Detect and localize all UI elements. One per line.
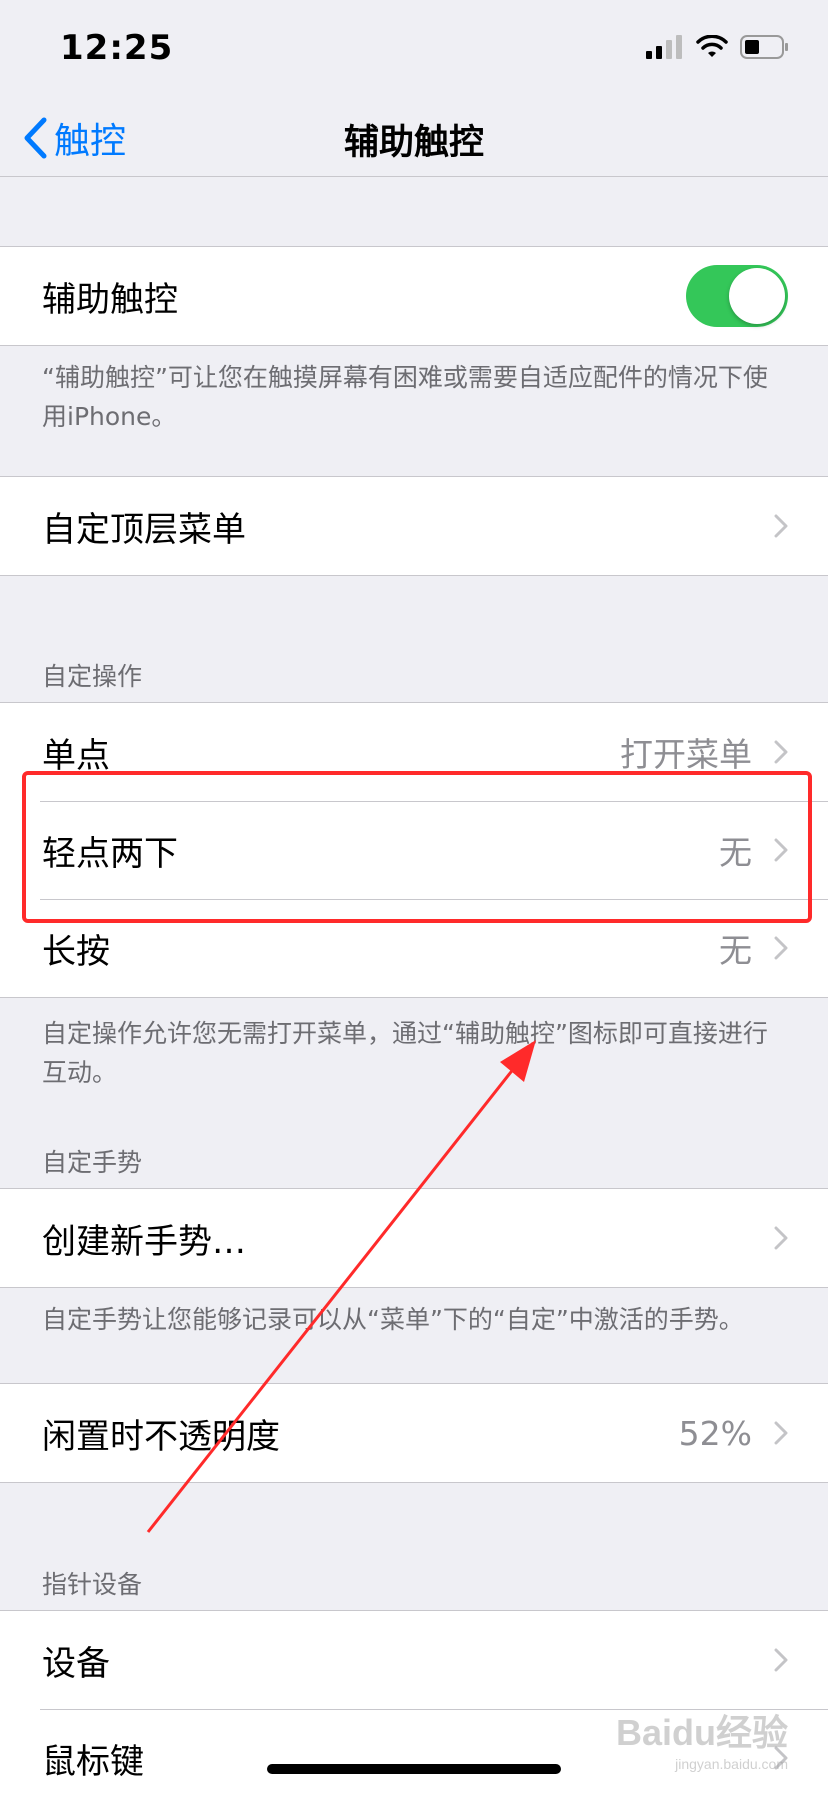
idle-opacity-label: 闲置时不透明度 [42,1416,280,1457]
double-tap-row[interactable]: 轻点两下 无 [0,801,828,899]
custom-gestures-footer: 自定手势让您能够记录可以从“菜单”下的“自定”中激活的手势。 [42,1305,744,1334]
chevron-right-icon [774,740,788,764]
assistive-touch-footer: “辅助触控”可让您在触摸屏幕有困难或需要自适应配件的情况下使用iPhone。 [42,363,768,431]
pointer-devices-header: 指针设备 [42,1570,143,1599]
cellular-signal-icon [646,35,682,59]
custom-gestures-group: 创建新手势… [0,1188,828,1288]
top-menu-group: 自定顶层菜单 [0,476,828,576]
status-bar: 12:25 [0,0,828,100]
home-indicator [267,1764,561,1774]
assistive-touch-label: 辅助触控 [42,279,178,320]
baidu-watermark: Baidu经验 jingyan.baidu.com [616,1704,788,1772]
devices-label: 设备 [42,1643,110,1684]
single-tap-value: 打开菜单 [620,735,752,774]
top-menu-row[interactable]: 自定顶层菜单 [0,477,828,575]
long-press-row[interactable]: 长按 无 [0,899,828,997]
chevron-right-icon [774,1421,788,1445]
devices-row[interactable]: 设备 [0,1611,828,1709]
assistive-touch-group: 辅助触控 [0,246,828,346]
status-icons [646,32,790,62]
chevron-right-icon [774,936,788,960]
custom-actions-header: 自定操作 [42,662,143,691]
assistive-touch-toggle[interactable] [686,265,788,327]
long-press-label: 长按 [42,931,110,972]
single-tap-label: 单点 [42,735,110,776]
assistive-touch-row: 辅助触控 [0,247,828,345]
custom-actions-group: 单点 打开菜单 轻点两下 无 长按 无 [0,702,828,998]
double-tap-label: 轻点两下 [42,833,178,874]
toggle-knob [729,268,785,324]
watermark-brand: Baidu经验 [615,1712,788,1753]
watermark-url: jingyan.baidu.com [675,1756,788,1772]
idle-opacity-group: 闲置时不透明度 52% [0,1383,828,1483]
battery-icon [740,35,788,59]
wifi-icon [696,35,728,57]
create-gesture-row[interactable]: 创建新手势… [0,1189,828,1287]
double-tap-value: 无 [719,833,752,872]
create-gesture-label: 创建新手势… [42,1221,246,1262]
chevron-right-icon [774,1648,788,1672]
idle-opacity-value: 52% [678,1413,752,1453]
idle-opacity-row[interactable]: 闲置时不透明度 52% [0,1384,828,1482]
single-tap-row[interactable]: 单点 打开菜单 [0,703,828,801]
long-press-value: 无 [719,931,752,970]
status-time: 12:25 [60,28,174,68]
custom-actions-footer: 自定操作允许您无需打开菜单，通过“辅助触控”图标即可直接进行互动。 [42,1019,768,1087]
nav-bar: 触控 辅助触控 [0,100,828,177]
custom-gestures-header: 自定手势 [42,1148,143,1177]
chevron-right-icon [774,838,788,862]
page-title: 辅助触控 [343,123,484,163]
chevron-right-icon [774,514,788,538]
chevron-right-icon [774,1226,788,1250]
top-menu-label: 自定顶层菜单 [42,509,246,550]
